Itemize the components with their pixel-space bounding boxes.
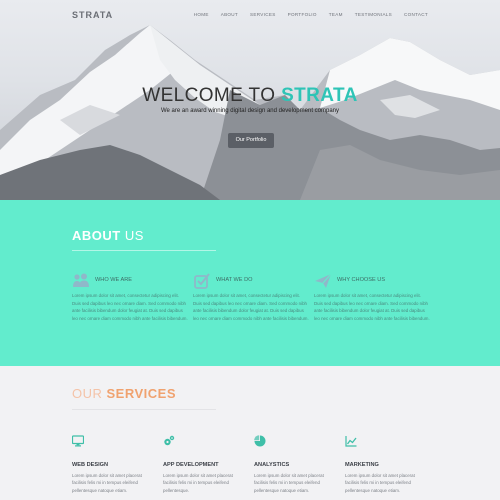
service-app-development: APP DEVELOPMENT Lorem ipsum dolor sit am… bbox=[163, 434, 245, 494]
nav-menu: HOME ABOUT SERVICES PORTFOLIO TEAM TESTI… bbox=[194, 12, 428, 17]
gears-icon bbox=[164, 435, 175, 446]
paper-plane-icon bbox=[315, 273, 332, 288]
hero-title-accent: STRATA bbox=[281, 85, 358, 106]
services-section: OUR SERVICES WEB DESIGN Lorem ipsum dolo… bbox=[0, 366, 500, 500]
services-divider bbox=[72, 409, 216, 410]
nav-item-contact[interactable]: CONTACT bbox=[404, 12, 428, 17]
about-what-text: Lorem ipsum dolor sit amet, consectetur … bbox=[193, 293, 309, 321]
nav-item-about[interactable]: ABOUT bbox=[221, 12, 238, 17]
nav-item-portfolio[interactable]: PORTFOLIO bbox=[288, 12, 317, 17]
about-heading-light: US bbox=[120, 228, 144, 243]
nav-item-services[interactable]: SERVICES bbox=[250, 12, 276, 17]
service-web-design-text: Lorem ipsum dolor sit amet placerat faci… bbox=[72, 473, 142, 493]
hero-title-prefix: WELCOME TO bbox=[142, 85, 282, 106]
services-heading: OUR SERVICES bbox=[72, 386, 176, 401]
service-marketing-text: Lorem ipsum dolor sit amet placerat faci… bbox=[345, 473, 415, 493]
service-web-design-heading: WEB DESIGN bbox=[72, 462, 109, 468]
portfolio-button[interactable]: Our Portfolio bbox=[228, 133, 274, 148]
pie-chart-icon bbox=[254, 435, 266, 447]
about-section: ABOUT US WHO WE ARE Lorem ipsum dolor si… bbox=[0, 200, 500, 366]
monitor-icon bbox=[71, 435, 85, 447]
top-navigation: STRATA HOME ABOUT SERVICES PORTFOLIO TEA… bbox=[0, 0, 500, 28]
about-heading-bold: ABOUT bbox=[72, 228, 121, 243]
service-web-design: WEB DESIGN Lorem ipsum dolor sit amet pl… bbox=[71, 434, 154, 494]
service-app-development-text: Lorem ipsum dolor sit amet placerat faci… bbox=[163, 473, 233, 493]
hero-subtitle: We are an award winning digital design a… bbox=[161, 108, 339, 114]
services-heading-light: OUR bbox=[72, 386, 107, 401]
service-marketing-heading: MARKETING bbox=[345, 462, 379, 468]
service-marketing: MARKETING Lorem ipsum dolor sit amet pla… bbox=[345, 434, 427, 494]
about-divider bbox=[72, 250, 216, 251]
line-chart-icon bbox=[345, 436, 357, 447]
hero-title: WELCOME TO STRATA bbox=[0, 85, 500, 107]
about-why-text: Lorem ipsum dolor sit amet, consectetur … bbox=[314, 293, 430, 321]
checkbox-icon bbox=[194, 273, 210, 289]
about-who-text: Lorem ipsum dolor sit amet, consectetur … bbox=[72, 293, 188, 321]
services-heading-bold: SERVICES bbox=[106, 386, 177, 401]
about-what-heading: WHAT WE DO bbox=[216, 277, 253, 283]
service-analytics: ANALYSTICS Lorem ipsum dolor sit amet pl… bbox=[254, 434, 336, 494]
service-analytics-text: Lorem ipsum dolor sit amet placerat faci… bbox=[254, 473, 324, 493]
people-icon bbox=[73, 273, 89, 287]
nav-item-testimonials[interactable]: TESTIMONIALS bbox=[355, 12, 392, 17]
about-why-heading: WHY CHOOSE US bbox=[337, 277, 386, 283]
service-app-development-heading: APP DEVELOPMENT bbox=[163, 462, 219, 468]
nav-item-home[interactable]: HOME bbox=[194, 12, 209, 17]
hero-section: STRATA HOME ABOUT SERVICES PORTFOLIO TEA… bbox=[0, 0, 500, 200]
site-logo[interactable]: STRATA bbox=[72, 10, 113, 20]
service-analytics-heading: ANALYSTICS bbox=[254, 462, 290, 468]
about-who-heading: WHO WE ARE bbox=[95, 277, 132, 283]
about-heading: ABOUT US bbox=[72, 228, 144, 243]
nav-item-team[interactable]: TEAM bbox=[329, 12, 343, 17]
